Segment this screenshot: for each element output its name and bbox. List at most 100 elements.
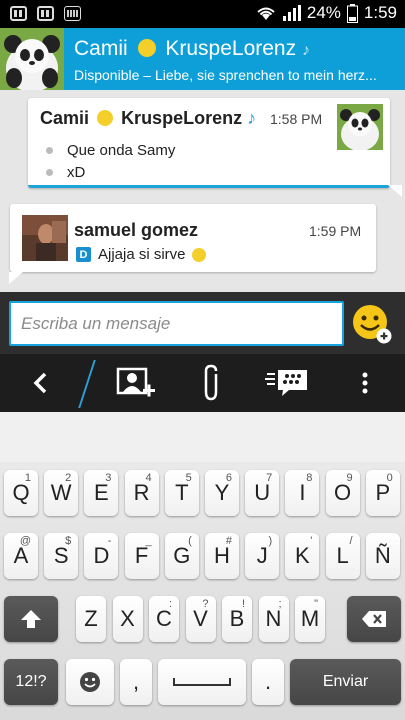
status-bar: 24% 1:59 [0,0,405,28]
key-secondary-label: 5 [185,472,192,484]
key-c[interactable]: C: [149,596,179,642]
broadcast-button[interactable] [262,354,312,412]
add-contact-icon [116,367,155,397]
key-z[interactable]: Z [76,596,106,642]
key-o[interactable]: O9 [325,470,360,516]
key-secondary-label: _ [145,535,152,547]
key-u[interactable]: U7 [245,470,280,516]
key-secondary-label: ) [268,535,273,547]
message-line: xD [46,164,85,181]
key-i[interactable]: I8 [285,470,320,516]
key-secondary-label: 9 [346,472,353,484]
message-bullet-icon [46,147,53,154]
contact-avatar[interactable] [0,28,64,90]
key-t[interactable]: T5 [164,470,199,516]
key-k[interactable]: K ' [285,533,320,579]
message-input[interactable] [9,301,344,346]
blackberry-notification-icon [37,6,54,21]
key-secondary-label: ' [310,535,313,547]
key-d[interactable]: D- [84,533,119,579]
action-toolbar [0,354,405,412]
emoji-picker-button[interactable] [352,304,392,344]
key-p[interactable]: P0 [365,470,400,516]
key-x[interactable]: X [112,596,143,642]
shift-icon [20,609,42,629]
key-label: . [264,669,272,694]
key-secondary-label: 1 [24,472,31,484]
send-key[interactable]: Enviar [290,659,401,705]
bbm-notification-icon [10,6,27,21]
space-key[interactable] [158,659,246,705]
key-secondary-label: " [314,598,318,610]
sender-avatar[interactable] [337,104,383,150]
key-secondary-label: 2 [65,472,72,484]
key-r[interactable]: R4 [124,470,159,516]
numbers-key[interactable]: 12!? [4,659,58,705]
key-e[interactable]: E3 [84,470,119,516]
sender-avatar[interactable] [22,215,68,261]
key-secondary-label: 3 [105,472,112,484]
key-n[interactable]: N; [258,596,289,642]
bbm-broadcast-icon [265,370,307,396]
key-w[interactable]: W2 [44,470,79,516]
key-j[interactable]: J) [245,533,280,579]
contact-last-name: KruspeLorenz [165,37,297,60]
overflow-menu-button[interactable] [350,354,380,412]
back-button[interactable] [20,354,60,412]
overflow-menu-icon [362,372,368,394]
message-bullet-icon [46,169,53,176]
music-note-icon: ♪ [301,42,310,59]
key-f[interactable]: F _ [124,533,159,579]
key-g[interactable]: G( [164,533,199,579]
key-ñ[interactable]: Ñ [365,533,400,579]
key-label: J [256,543,268,568]
conversation-area[interactable]: Camii KruspeLorenz ♪ 1:58 PM Que onda Sa… [0,90,405,292]
keyboard-suggestion-strip[interactable] [0,412,405,462]
key-a[interactable]: A @ [4,533,38,579]
key-h[interactable]: H # [205,533,239,579]
emoji-key[interactable] [66,659,114,705]
key-y[interactable]: Y6 [205,470,239,516]
bubble-tail [388,185,402,197]
key-label: I [299,480,306,505]
key-secondary-label: 0 [386,472,393,484]
sender-first-name: Camii [40,108,90,128]
key-secondary-label: - [107,535,112,547]
key-l[interactable]: L / [325,533,360,579]
key-secondary-label: / [349,535,353,547]
key-s[interactable]: S $ [44,533,79,579]
add-contact-button[interactable] [112,354,160,412]
key-secondary-label: 8 [306,472,313,484]
key-secondary-label: @ [19,535,31,547]
key-secondary-label: 4 [145,472,152,484]
delivered-badge-icon: D [76,247,91,262]
message-text: Ajjaja si sirve [98,246,186,263]
key-secondary-label: ? [202,598,209,610]
key-label: L [336,543,349,568]
outgoing-message-bubble[interactable]: samuel gomez 1:59 PM D Ajjaja si sirve [9,204,376,284]
key-secondary-label: 6 [225,472,232,484]
key-b[interactable]: B! [222,596,252,642]
chat-header[interactable]: Camii KruspeLorenz ♪ Disponible – Liebe,… [0,28,405,90]
attach-button[interactable] [192,354,232,412]
comma-key[interactable]: , [120,659,152,705]
key-m[interactable]: M " [295,596,325,642]
signal-icon [282,5,301,21]
music-note-icon: ♪ [247,108,257,128]
smiley-emoji-icon [191,247,206,262]
key-secondary-label: ; [278,598,282,610]
key-q[interactable]: Q1 [4,470,38,516]
shift-key[interactable] [4,596,58,642]
period-key[interactable]: . [252,659,284,705]
message-text: xD [67,164,86,181]
key-label: 12!? [15,673,47,690]
key-label: Ñ [374,543,391,568]
backspace-key[interactable] [347,596,401,642]
battery-percent: 24% [306,3,341,22]
message-time: 1:58 PM [270,111,323,127]
contact-name: Camii KruspeLorenz ♪ [74,37,310,61]
key-secondary-label: $ [65,535,72,547]
incoming-message-bubble[interactable]: Camii KruspeLorenz ♪ 1:58 PM Que onda Sa… [28,98,402,197]
space-bar-icon [172,677,232,687]
key-v[interactable]: V? [185,596,216,642]
